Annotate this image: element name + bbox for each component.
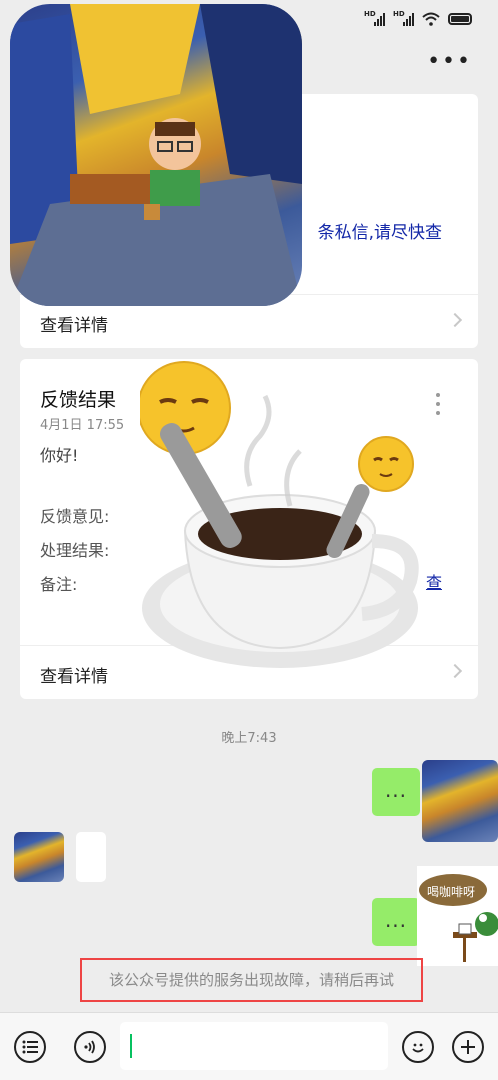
incoming-message[interactable]	[76, 832, 106, 882]
wifi-icon	[422, 12, 440, 26]
text-cursor	[130, 1034, 132, 1058]
cafe-painting-art	[10, 4, 302, 306]
voice-button[interactable]	[74, 1031, 106, 1063]
feedback-result-label: 处理结果:	[40, 541, 110, 560]
chevron-right-icon-2	[447, 663, 463, 679]
chat-timestamp: 晚上7:43	[221, 731, 277, 746]
official-account-avatar[interactable]	[14, 832, 64, 882]
view-details-label: 查看详情	[40, 316, 108, 336]
feedback-greeting: 你好!	[40, 446, 79, 465]
view-details-label-2: 查看详情	[40, 667, 108, 687]
error-message: 该公众号提供的服务出现故障，请稍后再试	[108, 971, 394, 989]
menu-button[interactable]	[14, 1031, 46, 1063]
battery-icon	[448, 13, 472, 25]
signal-icon: HD	[364, 10, 385, 26]
feedback-date: 4月1日 17:55	[40, 418, 125, 433]
feedback-opinion-label: 反馈意见:	[40, 507, 110, 526]
coffee-sticker-avatar[interactable]: 喝咖啡呀	[417, 866, 498, 966]
cafe-painting-sticker	[10, 4, 302, 306]
status-icons: HD HD	[364, 10, 472, 26]
message-input[interactable]	[120, 1022, 388, 1070]
signal-icon-2: HD	[393, 10, 414, 26]
frog-coffee-icon: 喝咖啡呀	[419, 874, 498, 962]
coffee-cup-sticker	[137, 356, 422, 678]
coffee-cup-art	[137, 361, 419, 668]
outgoing-message-1[interactable]: ...	[372, 768, 420, 816]
more-options-button[interactable]: •••	[427, 51, 472, 73]
card1-link-text[interactable]: 条私信,请尽快查	[318, 218, 442, 243]
emoji-icon	[412, 1043, 424, 1053]
voice-icon	[84, 1040, 95, 1054]
my-avatar[interactable]	[422, 760, 498, 842]
error-highlight-box: 该公众号提供的服务出现故障，请稍后再试	[80, 958, 423, 1002]
plus-button[interactable]	[452, 1031, 484, 1063]
feedback-link-text[interactable]: 查	[426, 569, 442, 593]
feedback-remark-label: 备注:	[40, 575, 78, 594]
list-icon	[22, 1040, 38, 1054]
input-toolbar	[0, 1012, 498, 1080]
chevron-right-icon	[447, 312, 463, 328]
kebab-menu-icon[interactable]	[436, 393, 440, 420]
outgoing-message-2[interactable]: ...	[372, 898, 420, 946]
plus-icon	[461, 1040, 475, 1054]
sticker-text: 喝咖啡呀	[427, 884, 475, 899]
emoji-button[interactable]	[402, 1031, 434, 1063]
feedback-title: 反馈结果	[40, 389, 117, 411]
